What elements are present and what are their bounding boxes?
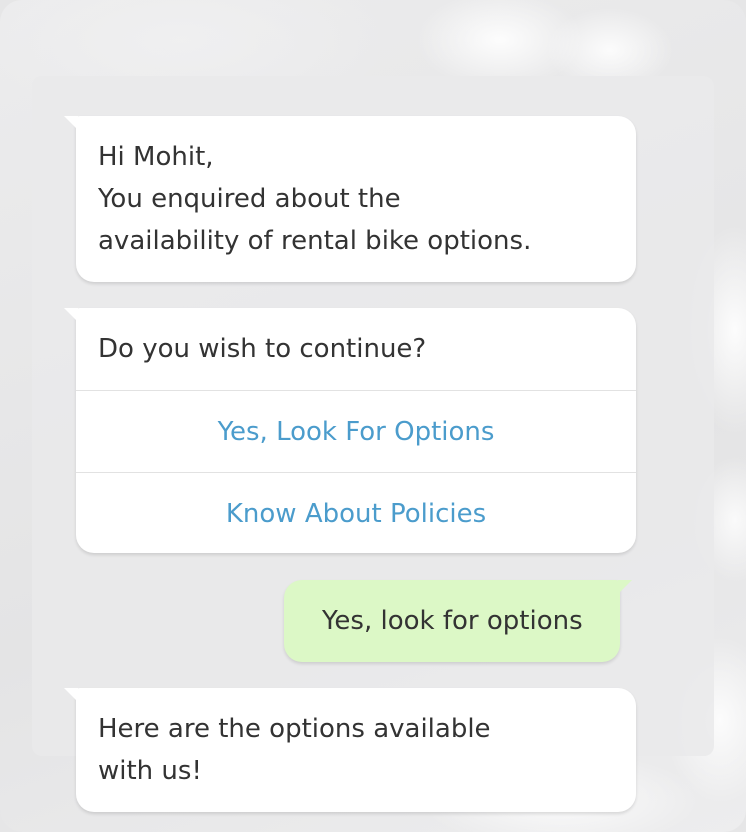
bot-message-question: Do you wish to continue? Yes, Look For O… xyxy=(64,308,636,554)
bot-message-greeting: Hi Mohit, You enquired about the availab… xyxy=(64,116,636,282)
bubble-tail xyxy=(618,580,632,594)
quick-reply-look-for-options-button[interactable]: Yes, Look For Options xyxy=(76,390,636,472)
message-text: Hi Mohit, You enquired about the availab… xyxy=(98,142,532,256)
quick-reply-know-about-policies-button[interactable]: Know About Policies xyxy=(76,472,636,554)
message-text: Here are the options available with us! xyxy=(98,714,491,786)
user-message-reply: Yes, look for options xyxy=(284,580,632,662)
bubble-tail xyxy=(64,116,78,130)
bubble-tail xyxy=(64,308,78,322)
message-text: Do you wish to continue? xyxy=(98,334,427,364)
bot-message-options-intro: Here are the options available with us! xyxy=(64,688,636,812)
message-text: Yes, look for options xyxy=(322,606,583,636)
bubble-tail xyxy=(64,688,78,702)
